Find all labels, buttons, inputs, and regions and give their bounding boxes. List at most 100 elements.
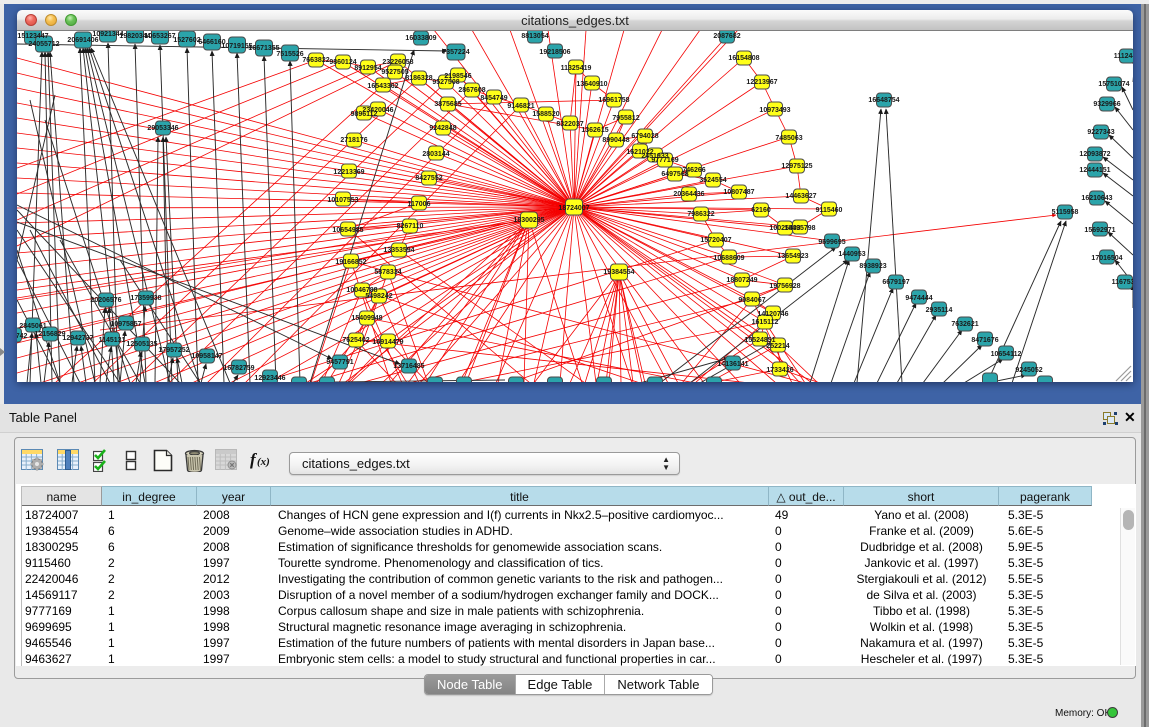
svg-text:3911742: 3911742 <box>17 333 28 340</box>
svg-text:16154808: 16154808 <box>728 55 759 62</box>
svg-text:1527602: 1527602 <box>173 37 200 44</box>
svg-text:15720407: 15720407 <box>700 237 731 244</box>
svg-text:7357224: 7357224 <box>442 49 469 56</box>
svg-text:7485063: 7485063 <box>775 135 802 142</box>
svg-text:1733426: 1733426 <box>766 367 793 374</box>
svg-text:5115958: 5115958 <box>1052 209 1079 216</box>
svg-text:9457791: 9457791 <box>326 359 353 366</box>
svg-text:12444151: 12444151 <box>1079 167 1110 174</box>
svg-text:(x): (x) <box>257 456 270 468</box>
svg-text:16671355: 16671355 <box>248 45 279 52</box>
svg-text:2087682: 2087682 <box>713 33 740 40</box>
svg-text:6794028: 6794028 <box>631 133 658 140</box>
svg-text:9084067: 9084067 <box>738 297 765 304</box>
svg-text:15409948: 15409948 <box>351 315 382 322</box>
svg-text:14136141: 14136141 <box>717 361 748 368</box>
svg-text:16914479: 16914479 <box>372 339 403 346</box>
svg-text:8427552: 8427552 <box>415 175 442 182</box>
svg-text:9115460: 9115460 <box>816 207 843 214</box>
svg-text:2803144: 2803144 <box>422 151 449 158</box>
svg-text:9242848: 9242848 <box>429 125 456 132</box>
svg-text:20691406: 20691406 <box>67 37 98 44</box>
svg-text:3875685: 3875685 <box>434 101 461 108</box>
svg-text:62160: 62160 <box>751 207 771 214</box>
svg-text:2198546: 2198546 <box>444 73 471 80</box>
svg-text:9227343: 9227343 <box>1087 129 1114 136</box>
svg-text:13716485: 13716485 <box>393 363 424 370</box>
svg-text:12213967: 12213967 <box>746 79 777 86</box>
svg-text:8813054: 8813054 <box>521 33 548 40</box>
svg-text:12975125: 12975125 <box>781 163 812 170</box>
svg-text:18807249: 18807249 <box>726 277 757 284</box>
svg-text:10973493: 10973493 <box>759 107 790 114</box>
svg-text:3624554: 3624554 <box>699 177 726 184</box>
svg-text:1615112: 1615112 <box>752 319 779 326</box>
svg-text:9777169: 9777169 <box>651 157 678 164</box>
svg-text:8990448: 8990448 <box>602 137 629 144</box>
svg-text:7663822: 7663822 <box>302 57 329 64</box>
svg-text:12923446: 12923446 <box>254 375 285 382</box>
svg-text:7955812: 7955812 <box>612 115 639 122</box>
svg-text:5878334: 5878334 <box>374 269 401 276</box>
svg-text:18300295: 18300295 <box>513 217 544 224</box>
svg-text:9860124: 9860124 <box>329 59 356 66</box>
svg-text:8322037: 8322037 <box>556 121 583 128</box>
svg-text:19166852: 19166852 <box>335 259 366 266</box>
svg-text:14120746: 14120746 <box>757 311 788 318</box>
svg-text:12505135: 12505135 <box>126 341 157 348</box>
svg-text:8186328: 8186328 <box>405 75 432 82</box>
svg-text:8471676: 8471676 <box>971 337 998 344</box>
svg-text:1440953: 1440953 <box>838 251 865 258</box>
svg-text:11325419: 11325419 <box>561 65 592 72</box>
svg-text:10958147: 10958147 <box>191 353 222 360</box>
svg-text:17359938: 17359938 <box>130 295 161 302</box>
svg-text:1588520: 1588520 <box>532 111 559 118</box>
svg-text:24055712: 24055712 <box>28 41 59 48</box>
svg-text:23226058: 23226058 <box>382 59 413 66</box>
svg-text:6497568: 6497568 <box>661 171 688 178</box>
svg-text:7986322: 7986322 <box>687 211 714 218</box>
svg-text:8938923: 8938923 <box>859 263 886 270</box>
svg-text:16543362: 16543362 <box>367 83 398 90</box>
svg-text:9474444: 9474444 <box>905 295 932 302</box>
svg-text:9699695: 9699695 <box>818 239 845 246</box>
svg-text:9329966: 9329966 <box>1093 101 1120 108</box>
svg-text:10807487: 10807487 <box>723 189 754 196</box>
svg-text:7625402: 7625402 <box>342 337 369 344</box>
svg-text:9896112: 9896112 <box>351 111 378 118</box>
svg-text:252214: 252214 <box>766 343 789 350</box>
svg-text:10654985: 10654985 <box>332 227 363 234</box>
svg-text:12942737: 12942737 <box>62 335 93 342</box>
svg-text:15692971: 15692971 <box>1084 227 1115 234</box>
svg-text:1112440: 1112440 <box>1114 53 1133 60</box>
svg-text:2867608: 2867608 <box>458 87 485 94</box>
svg-text:14463627: 14463627 <box>785 193 816 200</box>
svg-text:7515526: 7515526 <box>276 51 303 58</box>
svg-text:19218506: 19218506 <box>539 49 570 56</box>
svg-text:13640910: 13640910 <box>576 81 607 88</box>
svg-text:10107553: 10107553 <box>327 197 358 204</box>
svg-text:8267110: 8267110 <box>397 223 424 230</box>
svg-text:12156829: 12156829 <box>34 331 65 338</box>
svg-text:20364436: 20364436 <box>673 191 704 198</box>
svg-text:19756928: 19756928 <box>769 283 800 290</box>
svg-text:13353594: 13353594 <box>383 247 414 254</box>
svg-text:2935114: 2935114 <box>926 307 953 314</box>
svg-text:20206576: 20206576 <box>90 297 121 304</box>
svg-text:17957252: 17957252 <box>158 347 189 354</box>
svg-text:16961758: 16961758 <box>598 97 629 104</box>
svg-text:16210643: 16210643 <box>1081 195 1112 202</box>
svg-text:1167533: 1167533 <box>1112 279 1133 286</box>
svg-text:6679197: 6679197 <box>882 279 909 286</box>
svg-text:10975857: 10975857 <box>110 321 141 328</box>
svg-text:12093872: 12093872 <box>1079 151 1110 158</box>
svg-text:10688609: 10688609 <box>713 255 744 262</box>
svg-text:10654112: 10654112 <box>991 351 1022 358</box>
svg-text:8454749: 8454749 <box>480 95 507 102</box>
svg-text:9146821: 9146821 <box>507 103 534 110</box>
svg-text:12213369: 12213369 <box>333 169 364 176</box>
svg-text:17016504: 17016504 <box>1091 255 1122 262</box>
svg-text:16782759: 16782759 <box>223 365 254 372</box>
svg-text:15751074: 15751074 <box>1098 81 1129 88</box>
svg-text:18724007: 18724007 <box>558 205 589 212</box>
